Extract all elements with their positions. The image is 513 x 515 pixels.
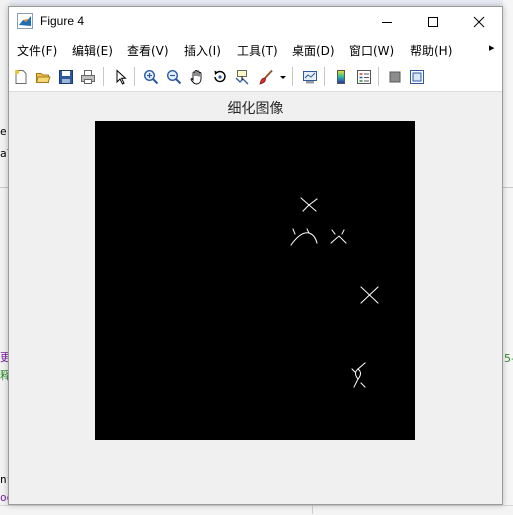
link-plot-icon[interactable] — [301, 68, 318, 85]
open-file-icon[interactable] — [34, 68, 51, 85]
show-plot-tools-icon[interactable] — [408, 68, 425, 85]
background-divider — [312, 505, 313, 514]
skeleton-segment — [290, 232, 318, 246]
skeleton-segment — [360, 382, 366, 388]
save-icon[interactable] — [57, 68, 74, 85]
title-bar[interactable]: Figure 4 — [9, 7, 502, 37]
skeleton-segment — [308, 204, 317, 212]
zoom-in-icon[interactable] — [142, 68, 159, 85]
toolbar-separator — [292, 67, 293, 86]
maximize-icon — [428, 17, 438, 27]
data-cursor-icon[interactable] — [233, 68, 250, 85]
menu-window[interactable]: 窗口(W) — [349, 42, 394, 59]
skeleton-segment — [355, 368, 361, 380]
brush-dropdown-icon[interactable] — [278, 68, 287, 85]
menu-view[interactable]: 查看(V) — [127, 42, 169, 59]
menu-tools[interactable]: 工具(T) — [237, 42, 278, 59]
menu-overflow-icon[interactable]: ▸ — [489, 41, 495, 54]
pan-hand-icon[interactable] — [188, 68, 205, 85]
menu-file[interactable]: 文件(F) — [17, 42, 57, 59]
rotate-3d-icon[interactable] — [211, 68, 228, 85]
close-button[interactable] — [456, 7, 502, 37]
skeleton-segment — [357, 362, 366, 370]
axes-title: 细化图像 — [227, 101, 284, 117]
minimize-icon — [382, 22, 392, 23]
toolbar-separator — [378, 67, 379, 86]
colorbar-icon[interactable] — [332, 68, 349, 85]
skeleton-segment — [300, 197, 318, 206]
new-figure-icon[interactable] — [12, 68, 29, 85]
skeleton-segment — [331, 229, 336, 235]
thinned-image-axes[interactable] — [95, 121, 415, 440]
toolbar-separator — [324, 67, 325, 86]
matlab-icon — [17, 13, 33, 29]
figure-toolbar — [9, 61, 502, 92]
menu-desktop[interactable]: 桌面(D) — [292, 42, 335, 59]
brush-icon[interactable] — [257, 68, 274, 85]
skeleton-segment — [302, 204, 310, 212]
toolbar-separator — [134, 67, 135, 86]
legend-icon[interactable] — [355, 68, 372, 85]
skeleton-segment — [341, 229, 345, 235]
zoom-out-icon[interactable] — [165, 68, 182, 85]
hide-plot-tools-icon[interactable] — [386, 68, 403, 85]
minimize-button[interactable] — [364, 7, 410, 37]
background-code-fragment: 5- — [504, 352, 513, 365]
print-icon[interactable] — [79, 68, 96, 85]
pointer-icon[interactable] — [112, 68, 129, 85]
background-divider — [503, 187, 513, 188]
skeleton-segment — [292, 228, 296, 235]
skeleton-segment — [351, 368, 356, 373]
window-title: Figure 4 — [40, 14, 85, 28]
menu-help[interactable]: 帮助(H) — [410, 42, 452, 59]
menu-bar: 文件(F) 编辑(E) 查看(V) 插入(I) 工具(T) 桌面(D) 窗口(W… — [9, 37, 502, 61]
close-icon — [473, 16, 485, 28]
background-right-panel — [503, 0, 513, 514]
toolbar-separator — [103, 67, 104, 86]
skeleton-segment — [353, 378, 359, 388]
menu-insert[interactable]: 插入(I) — [184, 42, 221, 59]
menu-edit[interactable]: 编辑(E) — [72, 42, 113, 59]
maximize-button[interactable] — [410, 7, 456, 37]
figure-canvas: 细化图像 — [9, 92, 502, 504]
figure-window: Figure 4 文件(F) 编辑(E) 查看(V) 插入(I) 工具(T) 桌… — [8, 6, 503, 505]
skeleton-segment — [330, 235, 347, 244]
thinned-image — [290, 197, 379, 388]
